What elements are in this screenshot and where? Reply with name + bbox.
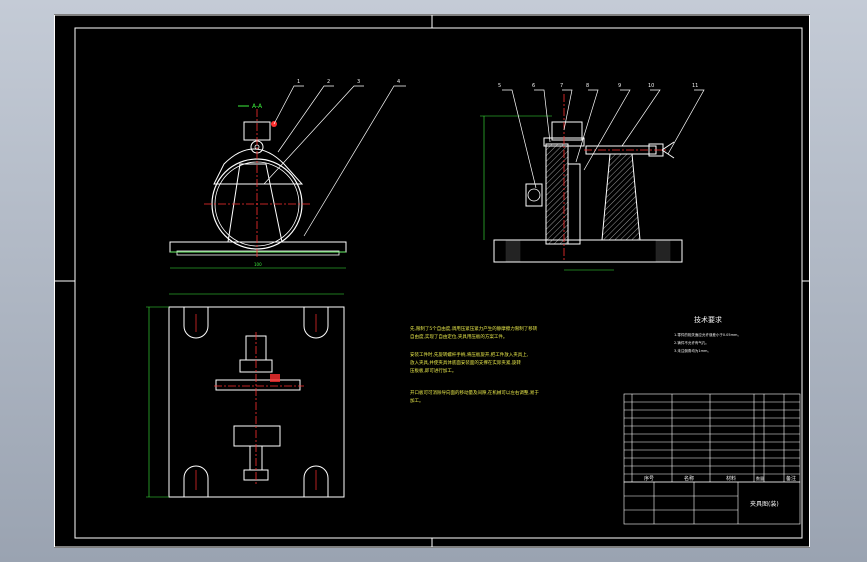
front-balloons: 1 2 3 4 [297,79,400,85]
svg-text:A-A: A-A [252,103,263,110]
front-balloon-label: 3 [357,79,360,85]
side-balloon-label: 11 [692,83,698,89]
svg-text:数量: 数量 [756,475,764,481]
side-leaders [502,89,705,189]
front-leaders [263,85,406,237]
svg-text:名称: 名称 [684,475,694,482]
side-balloon-label: 5 [498,83,501,89]
svg-text:放入夹具,并使夹具体底面安装面的支撑在实际夹紧,旋转: 放入夹具,并使夹具体底面安装面的支撑在实际夹紧,旋转 [410,359,521,366]
side-balloon-label: 10 [648,83,654,89]
outer-sheet-border [54,14,810,548]
parts-list-headers: 序号 名称 材料 数量 备注 [644,475,796,482]
svg-text:序号: 序号 [644,475,654,482]
svg-text:3.未注倒角均为1mm。: 3.未注倒角均为1mm。 [674,348,711,353]
parts-list [623,393,801,483]
side-balloon-label: 9 [618,83,621,89]
svg-text:材料: 材料 [726,475,736,482]
svg-text:压板板,即可进行加工。: 压板板,即可进行加工。 [410,367,456,374]
cad-viewport[interactable]: A-A 100 1 2 3 4 5 6 7 8 9 10 11 先,限制了5个自… [54,14,810,548]
inner-sheet-border [74,27,803,539]
side-balloon-label: 7 [560,83,563,89]
svg-text:安装工件时,先旋转螺杆手柄,将压板旋开,把工件放入夹具上,: 安装工件时,先旋转螺杆手柄,将压板旋开,把工件放入夹具上, [410,351,528,358]
front-view: A-A 100 [169,103,347,269]
engineering-drawing: A-A 100 1 2 3 4 5 6 7 8 9 10 11 先,限制了5个自… [54,14,810,548]
svg-text:2.铸件不允许有气孔。: 2.铸件不允许有气孔。 [674,340,709,345]
side-view [480,94,683,271]
technical-requirements: 技术要求 1.零件的相关面应允许误差小于0.05mm。 2.铸件不允许有气孔。 … [674,315,741,353]
svg-text:加工。: 加工。 [410,397,424,404]
side-balloon-label: 8 [586,83,589,89]
design-notes: 先,限制了5个自由度,调用压紧压紧力产生的静摩擦力限制了移转 自由度,实现了自由… [410,325,539,404]
side-balloons: 5 6 7 8 9 10 11 [498,83,698,89]
svg-text:100: 100 [254,262,262,267]
front-balloon-label: 4 [397,79,400,85]
front-balloon-label: 1 [297,79,300,85]
side-balloon-label: 6 [532,83,535,89]
svg-text:备注: 备注 [786,475,796,482]
svg-text:1.零件的相关面应允许误差小于0.05mm。: 1.零件的相关面应允许误差小于0.05mm。 [674,332,741,337]
centering-marks [54,15,810,547]
drawing-title: 夹具图(装) [750,500,779,508]
front-balloon-label: 2 [327,79,330,85]
top-view [146,293,345,498]
svg-text:先,限制了5个自由度,调用压紧压紧力产生的静摩擦力限制了移转: 先,限制了5个自由度,调用压紧压紧力产生的静摩擦力限制了移转 [410,325,538,332]
svg-text:自由度,实现了自由定位,夹具用压板的方案工件。: 自由度,实现了自由定位,夹具用压板的方案工件。 [410,333,507,340]
svg-text:技术要求: 技术要求 [694,315,722,324]
svg-text:开口板可可消除导向面的移动量及间隙,在机械可以左右调整,易于: 开口板可可消除导向面的移动量及间隙,在机械可以左右调整,易于 [410,389,539,396]
